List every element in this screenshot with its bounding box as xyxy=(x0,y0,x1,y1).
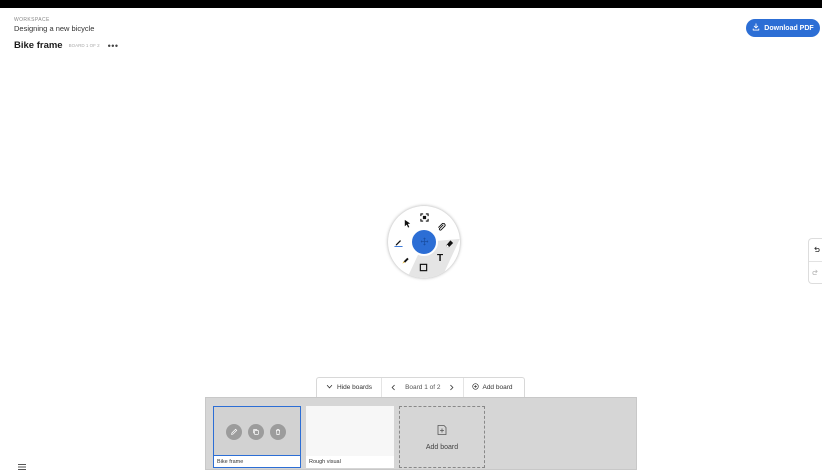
add-board-icon xyxy=(436,423,448,441)
board-navigation-bar: Hide boards Board 1 of 2 Add board xyxy=(316,377,525,397)
text-tool-button[interactable]: T xyxy=(435,252,445,264)
marker-icon[interactable] xyxy=(400,255,410,265)
more-options-button[interactable]: ••• xyxy=(108,41,119,50)
redo-icon xyxy=(811,264,820,282)
text-icon: T xyxy=(436,252,444,264)
project-title: Designing a new bicycle xyxy=(14,24,95,33)
select-icon[interactable] xyxy=(402,218,412,228)
board-card-actions xyxy=(226,424,286,440)
board-card-label: Bike frame xyxy=(214,455,300,467)
undo-icon xyxy=(812,241,820,259)
shape-icon[interactable] xyxy=(418,262,428,272)
tool-wheel-center-button[interactable] xyxy=(410,228,438,256)
board-thumbnail xyxy=(306,406,394,456)
board-title[interactable]: Bike frame xyxy=(14,40,63,51)
fit-screen-icon[interactable] xyxy=(419,212,429,222)
trash-icon xyxy=(276,429,280,435)
download-pdf-label: Download PDF xyxy=(764,24,814,32)
edit-board-button[interactable] xyxy=(226,424,242,440)
hide-boards-label: Hide boards xyxy=(337,384,373,391)
workspace-label: WORKSPACE xyxy=(14,17,50,23)
eraser-icon[interactable] xyxy=(444,238,454,248)
redo-button[interactable] xyxy=(809,261,822,284)
window-top-border xyxy=(0,0,822,8)
board-count: BOARD 1 OF 2 xyxy=(68,43,100,48)
move-icon xyxy=(420,233,429,251)
chevron-right-icon xyxy=(450,384,454,390)
board-pager-label: Board 1 of 2 xyxy=(405,384,441,391)
add-board-nav-button[interactable]: Add board xyxy=(464,383,520,392)
add-board-card[interactable]: Add board xyxy=(399,406,485,468)
pen-icon[interactable] xyxy=(393,237,403,247)
duplicate-icon xyxy=(253,429,259,435)
download-pdf-button[interactable]: Download PDF xyxy=(746,19,820,37)
board-card-label: Rough visual xyxy=(306,456,394,468)
board-pager: Board 1 of 2 xyxy=(382,378,465,397)
board-title-row: Bike frame BOARD 1 OF 2 ••• xyxy=(14,40,119,51)
undo-redo-panel xyxy=(808,238,822,284)
add-board-nav-label: Add board xyxy=(482,384,513,391)
chevron-left-icon xyxy=(391,384,395,390)
pencil-icon xyxy=(231,428,238,435)
board-tray: Bike frame Rough visual Add board xyxy=(205,397,637,470)
add-board-card-label: Add board xyxy=(425,444,459,451)
board-card-bike-frame[interactable]: Bike frame xyxy=(213,406,301,468)
tool-wheel: T xyxy=(388,206,460,278)
board-card-rough-visual[interactable]: Rough visual xyxy=(306,406,394,468)
next-board-button[interactable] xyxy=(448,383,455,393)
duplicate-board-button[interactable] xyxy=(248,424,264,440)
add-circle-icon xyxy=(472,383,480,392)
delete-board-button[interactable] xyxy=(270,424,286,440)
hamburger-menu-icon[interactable] xyxy=(17,458,27,470)
previous-board-button[interactable] xyxy=(390,383,397,393)
hide-boards-button[interactable]: Hide boards xyxy=(317,378,383,397)
chevron-down-icon xyxy=(326,383,333,392)
undo-button[interactable] xyxy=(809,239,822,261)
download-icon xyxy=(752,23,760,33)
attach-icon[interactable] xyxy=(436,222,446,232)
